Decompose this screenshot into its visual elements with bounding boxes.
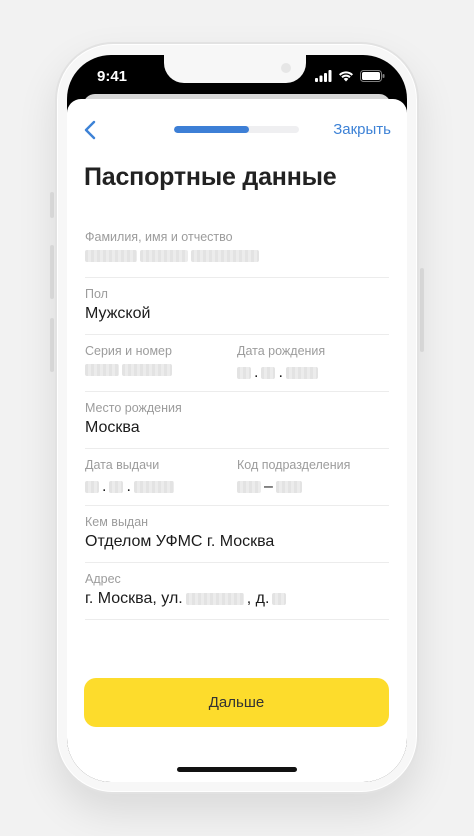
progress-bar [174, 126, 299, 133]
field-series-number[interactable]: Серия и номер [85, 335, 235, 391]
field-address[interactable]: Адрес г. Москва, ул. , д. [85, 563, 389, 620]
signal-icon [315, 70, 332, 82]
redacted-birth-month [261, 367, 276, 379]
phone-power-button [420, 268, 424, 352]
address-house-prefix: , д. [246, 590, 270, 607]
redacted-patronymic [191, 250, 259, 262]
back-button[interactable] [75, 115, 105, 145]
series-number-masked-value [85, 364, 172, 376]
redacted-issue-day [85, 481, 99, 493]
home-indicator [177, 767, 297, 772]
progress-bar-fill [174, 126, 249, 133]
field-full-name[interactable]: Фамилия, имя и отчество [85, 221, 389, 278]
birth-date-separator-2: . [278, 364, 283, 381]
field-full-name-label: Фамилия, имя и отчество [85, 230, 233, 244]
phone-volume-up-button [50, 245, 54, 299]
page-title: Паспортные данные [84, 163, 337, 191]
wifi-icon [339, 71, 353, 82]
field-issued-by[interactable]: Кем выдан Отделом УФМС г. Москва [85, 506, 389, 563]
phone-side-button [50, 192, 54, 218]
address-prefix: г. Москва, ул. [85, 590, 183, 607]
redacted-first-name [140, 250, 188, 262]
field-gender[interactable]: Пол Мужской [85, 278, 389, 335]
redacted-house-number [272, 593, 287, 605]
field-birth-place[interactable]: Место рождения Москва [85, 392, 389, 449]
full-name-masked-value [85, 250, 259, 262]
field-row-issue: Дата выдачи .. Код подразделения – [85, 449, 389, 506]
field-address-label: Адрес [85, 572, 121, 586]
field-birth-date-label: Дата рождения [237, 344, 326, 358]
redacted-issue-year [133, 481, 174, 493]
field-gender-value: Мужской [85, 305, 151, 322]
camera-icon [281, 63, 291, 73]
phone-volume-down-button [50, 318, 54, 372]
field-birth-place-label: Место рождения [85, 401, 182, 415]
redacted-birth-day [237, 367, 251, 379]
issue-date-separator-1: . [102, 478, 107, 495]
notch [164, 55, 306, 83]
chevron-left-icon [84, 120, 96, 140]
status-icons [315, 69, 385, 83]
field-issue-date-label: Дата выдачи [85, 458, 160, 472]
redacted-surname [85, 250, 137, 262]
birth-date-separator-1: . [254, 364, 259, 381]
redacted-issue-month [109, 481, 124, 493]
next-button[interactable]: Дальше [84, 678, 389, 727]
phone-screen: 9:41 Закрыть Паспортные данные Фамилия, … [67, 55, 407, 782]
field-division-code-label: Код подразделения [237, 458, 351, 472]
passport-sheet: Закрыть Паспортные данные Фамилия, имя и… [67, 99, 407, 782]
field-series-number-label: Серия и номер [85, 344, 172, 358]
nav-row: Закрыть [67, 115, 407, 145]
redacted-code-part-2 [275, 481, 302, 493]
close-link[interactable]: Закрыть [333, 121, 391, 138]
field-row-passport: Серия и номер Дата рождения .. [85, 335, 389, 392]
division-code-masked-value: – [237, 478, 302, 496]
division-code-separator: – [264, 478, 273, 495]
field-issued-by-label: Кем выдан [85, 515, 149, 529]
battery-icon [360, 70, 385, 82]
issue-date-masked-value: .. [85, 478, 174, 496]
field-issued-by-value: Отделом УФМС г. Москва [85, 533, 275, 550]
passport-fields: Фамилия, имя и отчество Пол Мужской Сери… [85, 221, 389, 620]
redacted-birth-year [285, 367, 318, 379]
redacted-series [85, 364, 119, 376]
issue-date-separator-2: . [126, 478, 131, 495]
address-value: г. Москва, ул. , д. [85, 590, 287, 608]
field-birth-place-value: Москва [85, 419, 140, 436]
field-division-code[interactable]: Код подразделения – [237, 449, 389, 505]
field-gender-label: Пол [85, 287, 108, 301]
redacted-street [185, 593, 244, 605]
birth-date-masked-value: .. [237, 364, 318, 382]
status-time: 9:41 [97, 68, 128, 85]
redacted-number [122, 364, 172, 376]
field-issue-date[interactable]: Дата выдачи .. [85, 449, 235, 505]
redacted-code-part-1 [237, 481, 261, 493]
field-birth-date[interactable]: Дата рождения .. [237, 335, 389, 391]
